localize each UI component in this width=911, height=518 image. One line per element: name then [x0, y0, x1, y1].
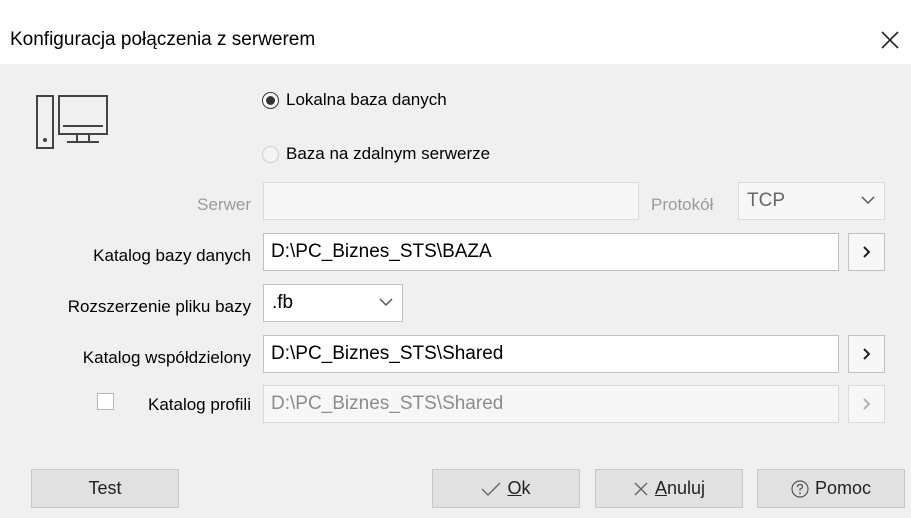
cancel-label-rest: nuluj [666, 478, 706, 498]
protocol-select[interactable]: TCP [738, 182, 885, 220]
server-label: Serwer [197, 195, 251, 214]
profiles-dir-browse-button[interactable] [848, 385, 885, 423]
radio-remote-server[interactable]: Baza na zdalnym serwerze [262, 144, 490, 164]
connection-config-dialog: Konfiguracja połączenia z serwerem Lokal… [0, 0, 911, 518]
profiles-dir-input[interactable]: D:\PC_Biznes_STS\Shared [263, 385, 839, 423]
title-bar: Konfiguracja połączenia z serwerem [0, 0, 911, 64]
chevron-right-icon [862, 398, 870, 410]
test-button[interactable]: Test [31, 469, 179, 508]
protocol-label: Protokół [651, 195, 714, 214]
ok-label-rest: k [521, 478, 531, 498]
ok-button-label: Ok [507, 478, 530, 499]
chevron-down-icon [379, 298, 393, 307]
shared-dir-input[interactable]: D:\PC_Biznes_STS\Shared [263, 335, 839, 373]
extension-label: Rozszerzenie pliku bazy [67, 297, 251, 316]
radio-local-label: Lokalna baza danych [286, 90, 447, 109]
cancel-button[interactable]: Anuluj [595, 469, 743, 508]
ok-mnemonic: O [507, 478, 522, 498]
help-button-label: Pomoc [814, 478, 872, 498]
server-input[interactable] [263, 182, 639, 220]
radio-local-indicator[interactable] [262, 91, 279, 109]
radio-local-database[interactable]: Lokalna baza danych [262, 90, 447, 110]
dialog-body [0, 64, 911, 518]
database-dir-input[interactable]: D:\PC_Biznes_STS\BAZA [263, 233, 839, 271]
help-button[interactable]: Pomoc [757, 469, 905, 508]
radio-remote-indicator[interactable] [262, 145, 279, 163]
cancel-button-label: Anuluj [655, 478, 705, 499]
computer-icon [36, 92, 108, 156]
extension-value: .fb [272, 292, 294, 313]
x-icon [634, 482, 648, 495]
profiles-dir-label: Katalog profili [147, 395, 251, 414]
chevron-right-icon [862, 348, 870, 360]
protocol-value: TCP [747, 190, 785, 211]
extension-select[interactable]: .fb [263, 284, 403, 322]
shared-dir-label: Katalog współdzielony [82, 348, 251, 367]
help-circle-icon [791, 479, 809, 498]
database-dir-label: Katalog bazy danych [93, 246, 251, 265]
chevron-right-icon [862, 246, 870, 258]
close-icon[interactable] [877, 27, 903, 53]
database-dir-browse-button[interactable] [848, 233, 885, 271]
checkmark-icon [481, 482, 501, 496]
ok-button[interactable]: Ok [432, 469, 580, 508]
cancel-mnemonic: A [654, 478, 667, 498]
test-button-label: Test [88, 478, 122, 498]
chevron-down-icon [861, 196, 875, 205]
window-title: Konfiguracja połączenia z serwerem [10, 29, 316, 50]
radio-remote-label: Baza na zdalnym serwerze [286, 144, 491, 163]
shared-dir-browse-button[interactable] [848, 335, 885, 373]
profiles-dir-checkbox[interactable] [97, 393, 114, 410]
